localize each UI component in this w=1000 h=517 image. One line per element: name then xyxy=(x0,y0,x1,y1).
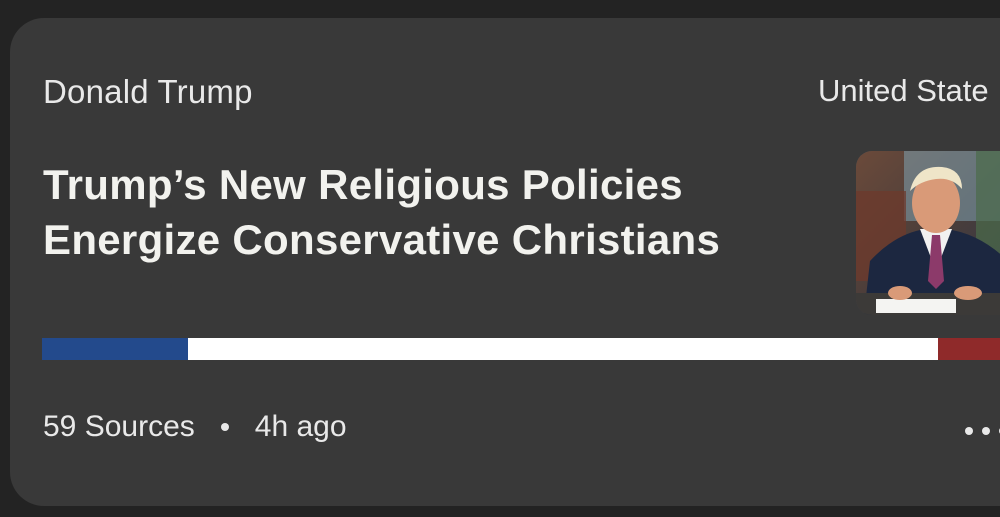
coverage-bias-bar xyxy=(42,338,1000,360)
timestamp: 4h ago xyxy=(254,410,347,443)
separator-dot-icon xyxy=(220,423,229,431)
headline[interactable]: Trump’s New Religious Policies Energize … xyxy=(43,157,843,267)
bias-left-segment xyxy=(42,338,188,360)
region-label: United State xyxy=(818,73,989,108)
sources-count[interactable]: 59 Sources xyxy=(43,410,195,444)
story-thumbnail[interactable] xyxy=(856,151,1000,315)
news-photo-icon xyxy=(856,151,1000,315)
headline-line-2: Energize Conservative Christians xyxy=(43,216,721,263)
more-dot xyxy=(982,427,990,435)
topic-label[interactable]: Donald Trump xyxy=(43,73,253,111)
more-options-icon[interactable] xyxy=(965,421,1000,441)
bias-right-segment xyxy=(938,338,1000,360)
more-dot xyxy=(965,427,973,435)
bias-center-segment xyxy=(188,338,938,360)
story-meta: 59 Sources 4h ago xyxy=(43,410,347,444)
headline-line-1: Trump’s New Religious Policies xyxy=(43,161,683,208)
news-story-card[interactable]: Donald Trump United State Trump’s New Re… xyxy=(10,18,1000,506)
